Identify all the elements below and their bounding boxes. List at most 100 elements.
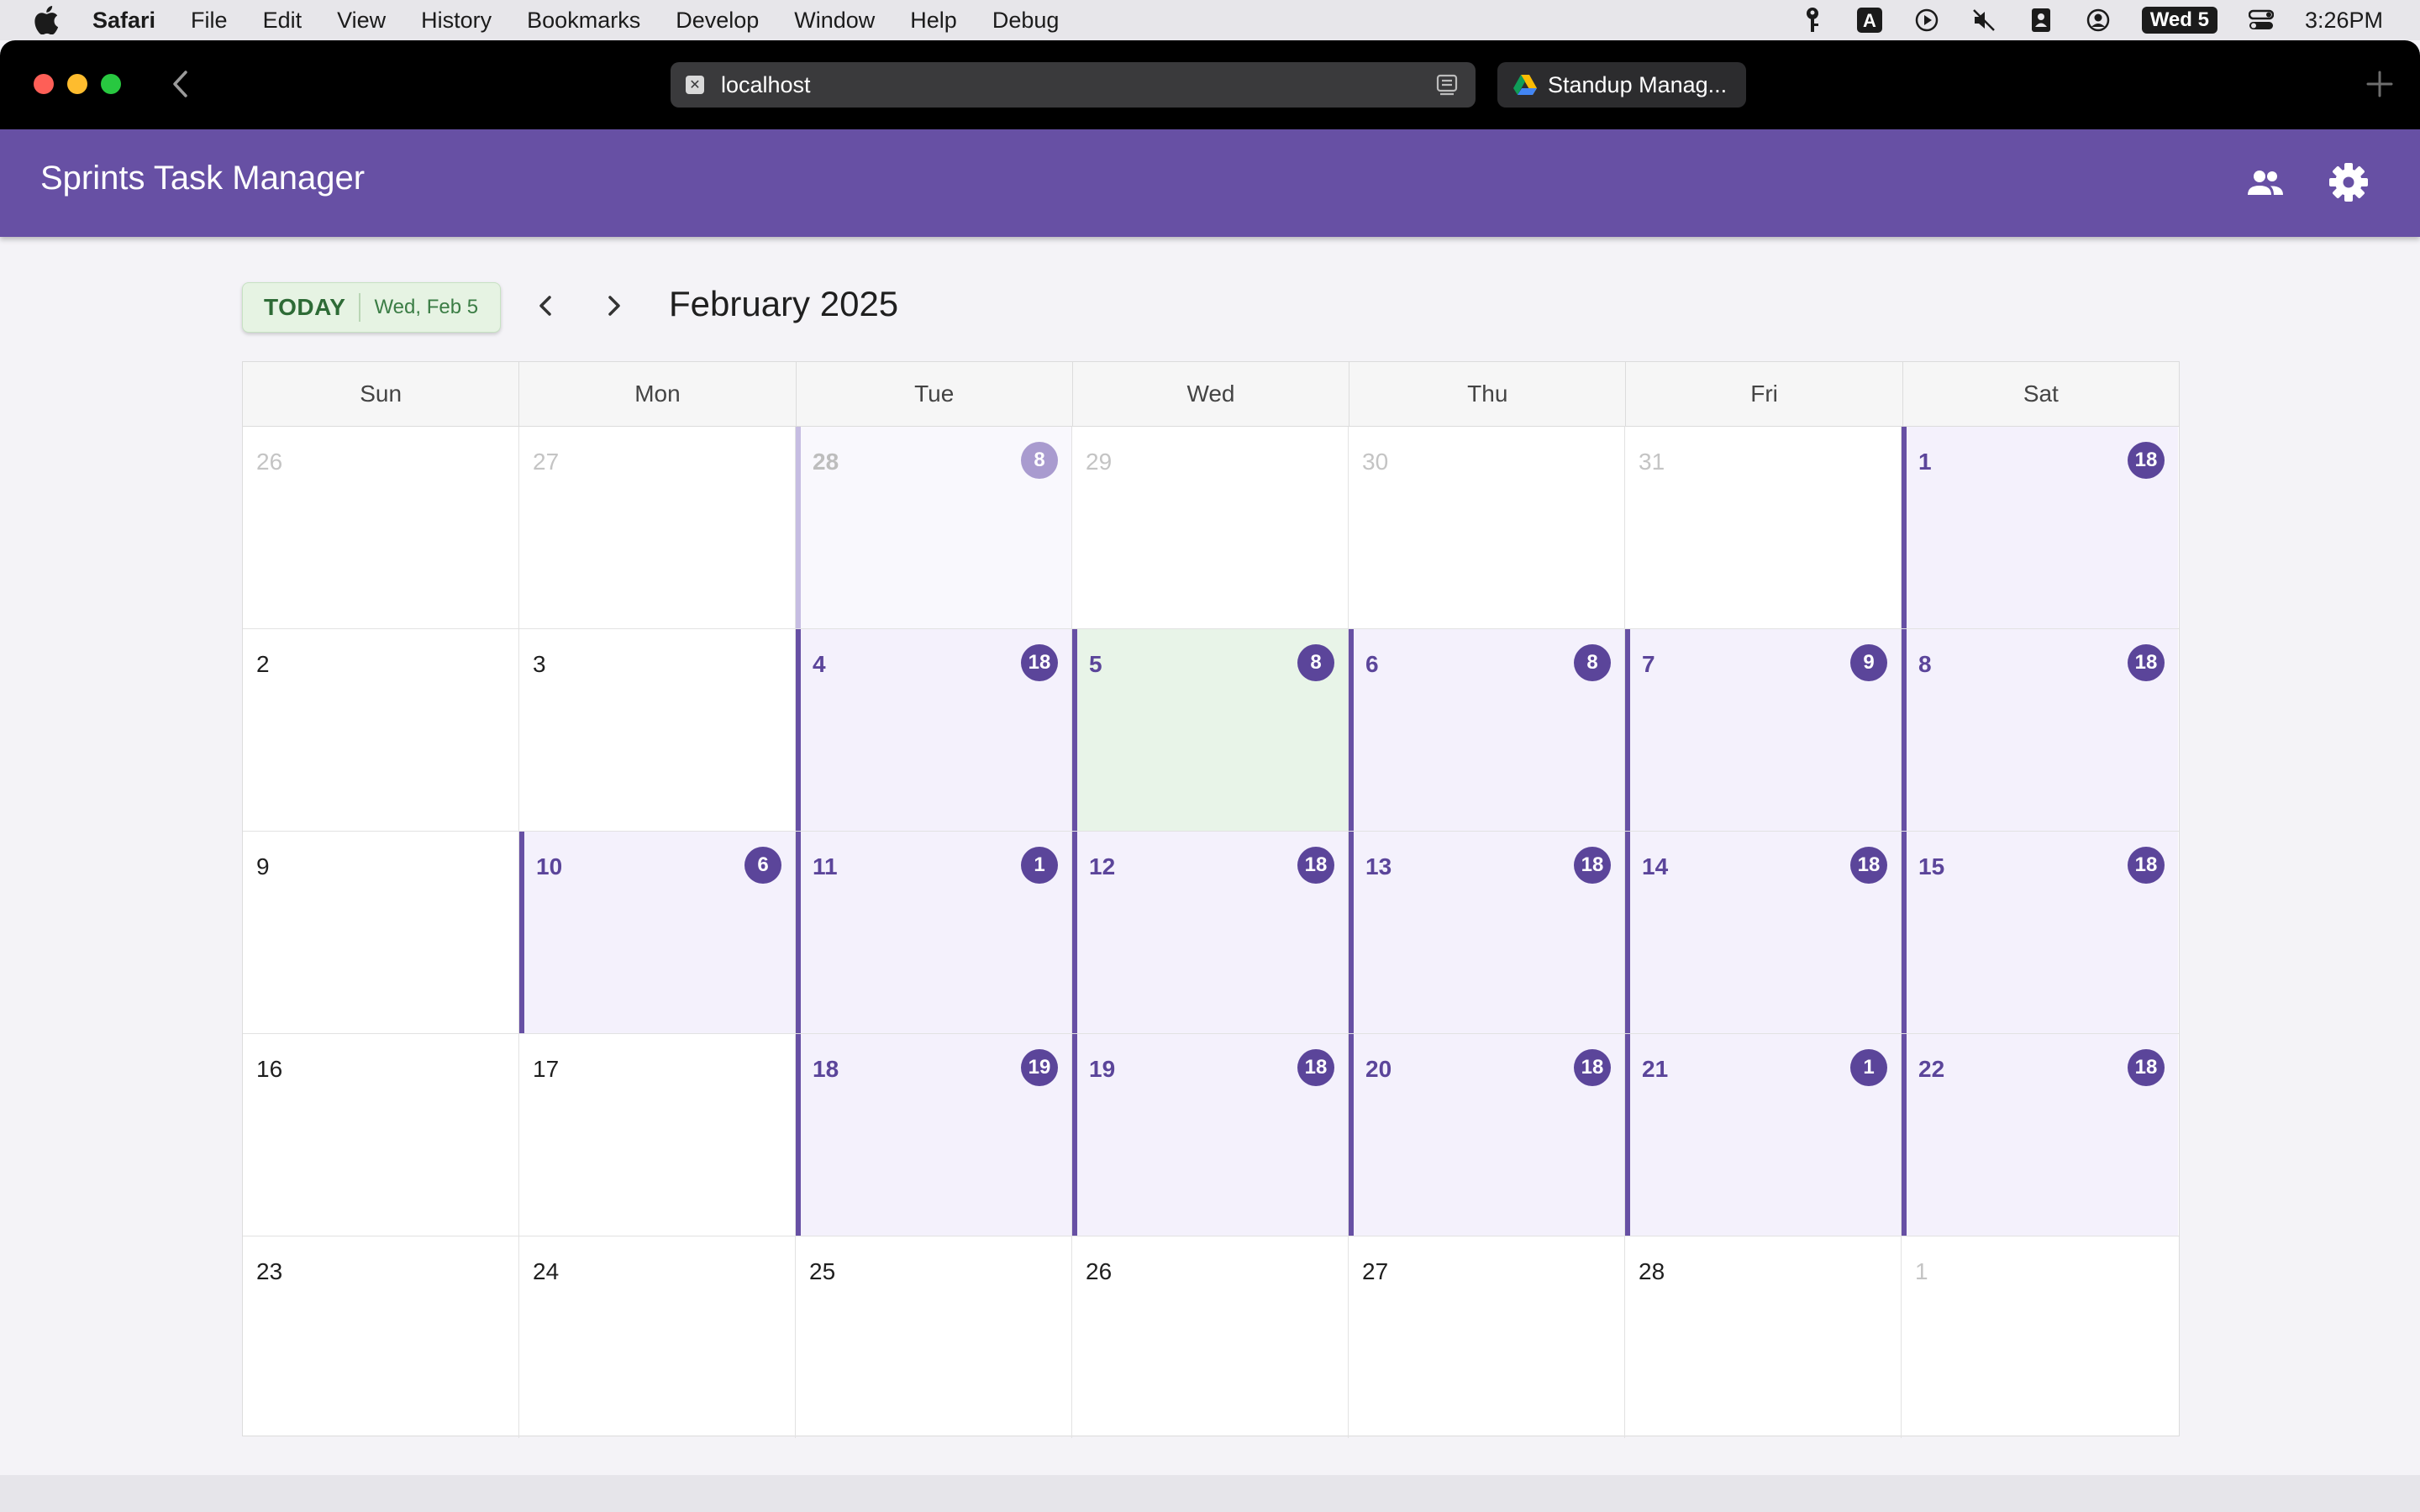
dow-sat: Sat [2023, 381, 2059, 407]
key-icon[interactable] [1799, 7, 1826, 34]
task-count-badge[interactable]: 1 [1850, 1049, 1887, 1086]
calendar-day-cell[interactable]: 2 [243, 629, 519, 831]
menu-window[interactable]: Window [794, 8, 875, 34]
calendar-day-cell[interactable]: 21 1 [1625, 1034, 1902, 1236]
task-count-badge[interactable]: 9 [1850, 644, 1887, 681]
task-count-badge[interactable]: 18 [1574, 847, 1611, 884]
calendar-day-cell[interactable]: 16 [243, 1034, 519, 1236]
tab-standup-manager[interactable]: Standup Manag... [1497, 62, 1746, 108]
day-number: 19 [1089, 1056, 1116, 1082]
browser-back-button[interactable] [165, 66, 195, 102]
task-count-badge[interactable]: 18 [1297, 1049, 1334, 1086]
control-center-icon[interactable] [2248, 7, 2275, 34]
calendar-day-cell[interactable]: 28 [1625, 1236, 1902, 1438]
calendar-day-cell[interactable]: 26 [243, 427, 519, 628]
today-label: TODAY [264, 294, 346, 320]
menu-debug[interactable]: Debug [992, 8, 1060, 34]
calendar-day-cell[interactable]: 4 18 [796, 629, 1072, 831]
input-source-icon[interactable]: A [1856, 7, 1883, 34]
window-zoom-button[interactable] [101, 74, 121, 94]
address-bar[interactable]: ✕ localhost [671, 62, 1476, 108]
calendar-day-cell[interactable]: 23 [243, 1236, 519, 1438]
calendar-day-cell[interactable]: 10 6 [519, 832, 796, 1033]
menu-develop[interactable]: Develop [676, 8, 759, 34]
task-count-badge[interactable]: 18 [2128, 442, 2165, 479]
menu-view[interactable]: View [337, 8, 386, 34]
menu-history[interactable]: History [421, 8, 492, 34]
task-count-badge[interactable]: 18 [2128, 644, 2165, 681]
day-number: 7 [1642, 651, 1655, 677]
calendar-week-row: 26 27 28 8 29 30 31 1 18 [243, 427, 2179, 629]
people-icon[interactable] [2245, 163, 2286, 203]
user-circle-icon[interactable] [2085, 7, 2112, 34]
calendar-day-cell[interactable]: 8 18 [1902, 629, 2178, 831]
menu-bookmarks[interactable]: Bookmarks [527, 8, 640, 34]
chevron-left-icon[interactable] [529, 289, 563, 323]
task-count-badge[interactable]: 18 [2128, 847, 2165, 884]
calendar-day-cell[interactable]: 26 [1072, 1236, 1349, 1438]
apple-icon[interactable] [34, 6, 59, 34]
calendar-day-cell[interactable]: 14 18 [1625, 832, 1902, 1033]
menu-bar-clock[interactable]: 3:26PM [2305, 8, 2383, 34]
menu-edit[interactable]: Edit [263, 8, 302, 34]
calendar-day-cell[interactable]: 20 18 [1349, 1034, 1625, 1236]
calendar-day-cell[interactable]: 22 18 [1902, 1034, 2178, 1236]
calendar-day-cell[interactable]: 25 [796, 1236, 1072, 1438]
calendar-day-cell[interactable]: 11 1 [796, 832, 1072, 1033]
task-count-badge[interactable]: 18 [1574, 1049, 1611, 1086]
dow-fri: Fri [1626, 362, 1903, 426]
task-count-badge[interactable]: 8 [1297, 644, 1334, 681]
calendar-day-cell[interactable]: 29 [1072, 427, 1349, 628]
task-count-badge[interactable]: 18 [1021, 644, 1058, 681]
window-minimize-button[interactable] [67, 74, 87, 94]
task-count-badge[interactable]: 18 [1297, 847, 1334, 884]
dow-sun: Sun [243, 362, 520, 426]
dow-mon: Mon [519, 362, 797, 426]
task-count-badge[interactable]: 18 [1850, 847, 1887, 884]
app-title: Sprints Task Manager [40, 160, 366, 197]
calendar-day-cell[interactable]: 68 [1349, 629, 1625, 831]
calendar-day-cell[interactable]: 9 [243, 832, 519, 1033]
calendar-day-cell[interactable]: 1 [1902, 1236, 2178, 1438]
contacts-icon[interactable] [2028, 7, 2054, 34]
task-count-badge[interactable]: 8 [1574, 644, 1611, 681]
day-number: 30 [1362, 449, 1389, 475]
calendar-day-cell[interactable]: 19 18 [1072, 1034, 1349, 1236]
calendar-day-cell[interactable]: 15 18 [1902, 832, 2178, 1033]
mute-icon[interactable] [1970, 7, 1997, 34]
today-button[interactable]: TODAY Wed, Feb 5 [242, 282, 501, 333]
task-count-badge[interactable]: 6 [744, 847, 781, 884]
window-close-button[interactable] [34, 74, 54, 94]
calendar-day-cell[interactable]: 24 [519, 1236, 796, 1438]
calendar-day-cell[interactable]: 18 19 [796, 1034, 1072, 1236]
calendar-day-cell[interactable]: 31 [1625, 427, 1902, 628]
menu-bar-date[interactable]: Wed 5 [2141, 7, 2217, 34]
address-url[interactable]: localhost [721, 72, 811, 98]
day-number: 12 [1089, 853, 1116, 879]
calendar-day-cell[interactable]: 30 [1349, 427, 1625, 628]
calendar-day-cell[interactable]: 17 [519, 1034, 796, 1236]
play-circle-icon[interactable] [1913, 7, 1940, 34]
plus-icon[interactable] [2363, 67, 2396, 101]
menu-help[interactable]: Help [910, 8, 957, 34]
calendar-day-cell[interactable]: 28 8 [796, 427, 1072, 628]
task-count-badge[interactable]: 1 [1021, 847, 1058, 884]
calendar-day-cell[interactable]: 12 18 [1072, 832, 1349, 1033]
task-count-badge[interactable]: 18 [2128, 1049, 2165, 1086]
task-count-badge[interactable]: 19 [1021, 1049, 1058, 1086]
chevron-right-icon[interactable] [597, 289, 630, 323]
task-count-badge[interactable]: 8 [1021, 442, 1058, 479]
calendar-day-cell[interactable]: 13 18 [1349, 832, 1625, 1033]
calendar-day-cell[interactable]: 79 [1625, 629, 1902, 831]
day-number: 1 [1918, 449, 1932, 475]
menu-file[interactable]: File [191, 8, 228, 34]
calendar-day-cell-today[interactable]: 58 [1072, 629, 1349, 831]
calendar-day-cell[interactable]: 27 [519, 427, 796, 628]
calendar-day-cell[interactable]: 3 [519, 629, 796, 831]
gear-icon[interactable] [2328, 161, 2370, 203]
menu-app-name[interactable]: Safari [92, 8, 155, 34]
reader-icon[interactable] [1435, 73, 1459, 97]
dow-wed: Wed [1073, 362, 1350, 426]
calendar-day-cell[interactable]: 27 [1349, 1236, 1625, 1438]
calendar-day-cell[interactable]: 1 18 [1902, 427, 2178, 628]
